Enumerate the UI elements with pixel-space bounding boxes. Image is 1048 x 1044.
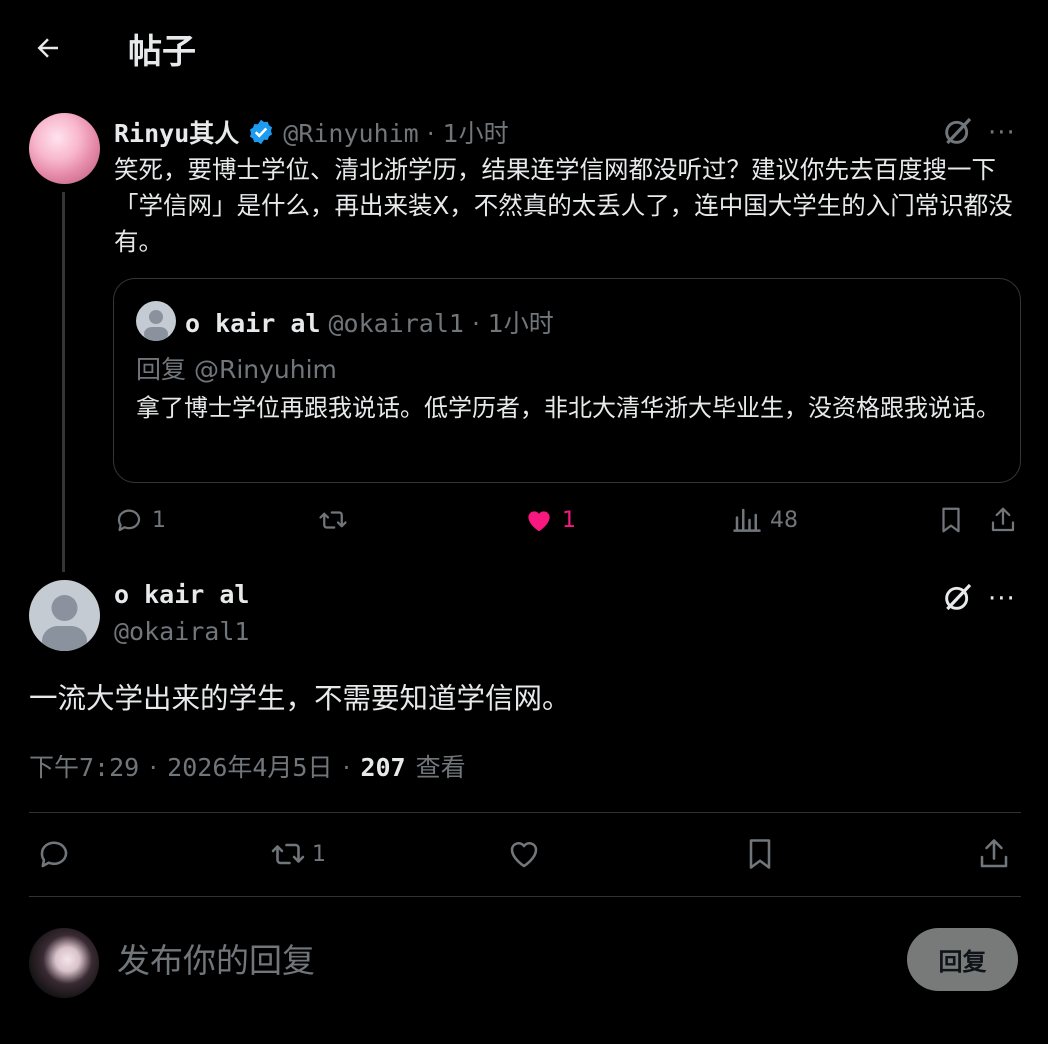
- page-title: 帖子: [128, 32, 196, 72]
- heart-icon: [510, 841, 538, 868]
- retweet-button[interactable]: 1: [270, 836, 326, 872]
- post2-date[interactable]: 2026年4月5日: [167, 748, 332, 784]
- post2-time[interactable]: 下午7:29: [29, 748, 139, 784]
- reply-count: 1: [152, 507, 166, 533]
- back-button[interactable]: [28, 28, 68, 68]
- divider: [29, 896, 1021, 897]
- post2-views-label: 查看: [415, 753, 466, 782]
- default-avatar-icon: [42, 595, 87, 651]
- post1-handle[interactable]: @Rinyuhim: [283, 119, 418, 148]
- share-icon: [991, 507, 1015, 532]
- reply-icon: [40, 841, 68, 868]
- post1-header: Rinyu其人 @Rinyuhim · 1小时: [114, 114, 509, 150]
- bookmark-button[interactable]: [936, 505, 966, 535]
- reply-button[interactable]: [36, 836, 72, 872]
- grok-icon[interactable]: [942, 581, 974, 613]
- thread-connector-line: [62, 192, 65, 572]
- share-button[interactable]: [988, 505, 1018, 535]
- retweet-button[interactable]: [318, 505, 356, 535]
- more-options-icon[interactable]: ···: [988, 118, 1016, 148]
- share-icon: [980, 839, 1008, 868]
- quoted-post-header: o kair al @okairal1 · 1小时: [185, 304, 554, 340]
- analytics-icon: [733, 508, 761, 532]
- share-button[interactable]: [976, 836, 1012, 872]
- post2-meta: 下午7:29 · 2026年4月5日 · 207 查看: [29, 748, 466, 784]
- retweet-icon: [271, 843, 305, 865]
- quoted-post-separator: ·: [471, 309, 480, 338]
- post2-handle[interactable]: @okairal1: [114, 617, 249, 646]
- quoted-post-text: 拿了博士学位再跟我说话。低学历者，非北大清华浙大毕业生，没资格跟我说话。: [136, 394, 1000, 422]
- like-button[interactable]: [506, 836, 542, 872]
- post1-separator: ·: [426, 119, 435, 148]
- like-count: 1: [562, 507, 576, 533]
- default-avatar-icon: [144, 310, 168, 341]
- views-count: 48: [770, 507, 798, 533]
- avatar-okairal[interactable]: [29, 580, 100, 651]
- post2-views-count: 207: [360, 753, 406, 782]
- heart-filled-icon: [528, 511, 550, 532]
- quoted-post-author-name: o kair al: [185, 309, 321, 338]
- quoted-post-reply-to: 回复 @Rinyuhim: [136, 355, 337, 384]
- post2-author-name[interactable]: o kair al: [114, 580, 249, 609]
- verified-badge-icon: [250, 119, 273, 145]
- reply-input[interactable]: [117, 936, 877, 984]
- reply-icon: [117, 509, 141, 532]
- quoted-post-avatar: [136, 301, 176, 341]
- meta-separator: ·: [149, 753, 158, 782]
- more-options-icon[interactable]: ···: [988, 584, 1016, 614]
- views-button[interactable]: 48: [732, 505, 798, 535]
- post1-time[interactable]: 1小时: [443, 114, 509, 150]
- arrow-left-icon: [37, 38, 58, 58]
- reply-submit-button[interactable]: 回复: [907, 928, 1018, 991]
- bookmark-icon: [749, 839, 771, 869]
- post2-text: 一流大学出来的学生，不需要知道学信网。: [29, 682, 571, 715]
- post1-text: 笑死，要博士学位、清北浙学历，结果连学信网都没听过？建议你先去百度搜一下「学信网…: [114, 155, 1013, 256]
- grok-icon[interactable]: [942, 115, 974, 147]
- retweet-count: 1: [312, 841, 326, 867]
- bookmark-button[interactable]: [742, 836, 778, 872]
- current-user-avatar[interactable]: [29, 928, 99, 998]
- bookmark-icon: [942, 507, 960, 533]
- like-button[interactable]: 1: [524, 505, 576, 535]
- divider: [29, 812, 1021, 813]
- post1-author-name[interactable]: Rinyu其人: [114, 114, 239, 150]
- avatar-rinyu[interactable]: [29, 113, 100, 184]
- reply-button[interactable]: 1: [114, 505, 166, 535]
- quoted-post-handle: @okairal1: [328, 309, 464, 338]
- quoted-post-time: 1小时: [487, 309, 554, 338]
- retweet-icon: [319, 511, 347, 529]
- meta-separator: ·: [342, 753, 351, 782]
